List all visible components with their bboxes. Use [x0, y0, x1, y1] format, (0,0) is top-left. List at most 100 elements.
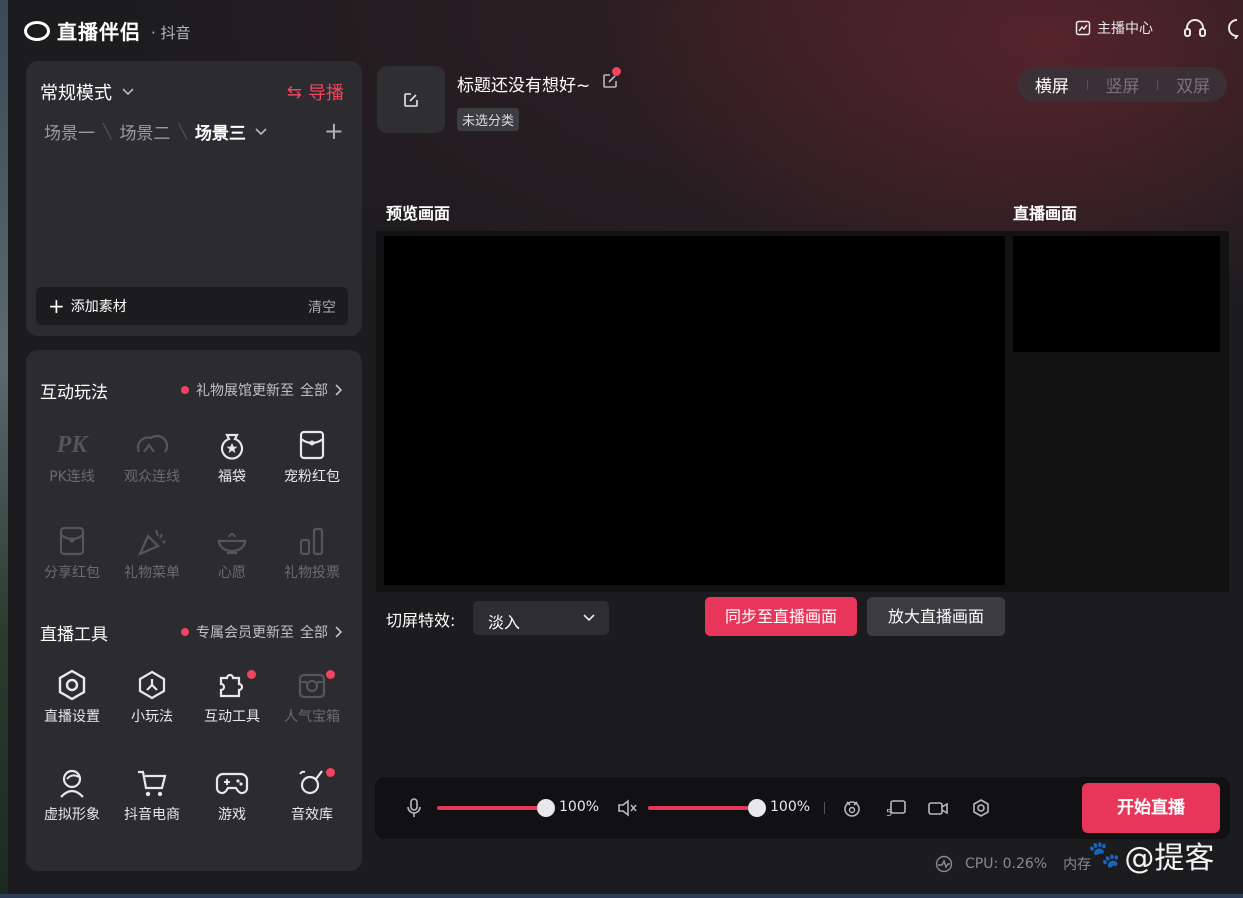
- start-live-button[interactable]: 开始直播: [1082, 783, 1220, 833]
- speaker-muted-icon[interactable]: [617, 798, 637, 818]
- all-label: 全部: [300, 383, 328, 399]
- gift-menu-icon: [112, 524, 192, 558]
- gift-menu-tile[interactable]: 礼物菜单: [112, 524, 192, 582]
- wish-icon: [192, 524, 272, 558]
- live-settings-tile[interactable]: 直播设置: [32, 668, 112, 726]
- notification-dot: [181, 628, 189, 636]
- tile-label: 心愿: [218, 565, 246, 581]
- avatar-icon: [32, 766, 112, 800]
- clear-button[interactable]: 清空: [308, 297, 336, 317]
- chevron-down-icon[interactable]: [255, 127, 267, 136]
- audience-link-tile[interactable]: 观众连线: [112, 428, 192, 486]
- orientation-portrait[interactable]: 竖屏: [1105, 72, 1139, 97]
- pk-link-tile[interactable]: PK PK连线: [32, 428, 112, 486]
- divider: [1086, 79, 1088, 90]
- red-packet-tile[interactable]: 宠粉红包: [272, 428, 352, 486]
- scene-separator: ╲: [103, 123, 112, 140]
- headset-icon[interactable]: [1183, 17, 1207, 39]
- tab-scene-3[interactable]: 场景三: [195, 119, 246, 144]
- cart-icon: [112, 766, 192, 800]
- cpu-usage: CPU: 0.26%: [965, 856, 1048, 872]
- category-tag[interactable]: 未选分类: [457, 108, 520, 131]
- plus-icon: +: [48, 294, 65, 318]
- ecommerce-tile[interactable]: 抖音电商: [112, 766, 192, 824]
- tile-label: 宠粉红包: [284, 469, 340, 485]
- slider-handle[interactable]: [748, 799, 766, 817]
- tile-label: 礼物投票: [284, 565, 340, 581]
- scene-tabs: 场景一 ╲ 场景二 ╲ 场景三: [44, 119, 267, 144]
- tile-label: 礼物菜单: [124, 565, 180, 581]
- director-button[interactable]: ⇆ 导播: [287, 79, 344, 105]
- paw-icon: 🐾: [1088, 840, 1121, 870]
- sync-to-live-button[interactable]: 同步至直播画面: [705, 597, 857, 636]
- transition-label: 切屏特效:: [386, 611, 456, 630]
- interactive-all-link[interactable]: 礼物展馆更新至 全部: [181, 380, 342, 400]
- mini-play-tile[interactable]: 小玩法: [112, 668, 192, 726]
- sound-library-tile[interactable]: 音效库: [272, 766, 352, 824]
- app-name: 直播伴侣: [57, 20, 141, 44]
- share-packet-tile[interactable]: 分享红包: [32, 524, 112, 582]
- tile-label: 人气宝箱: [284, 709, 340, 725]
- speaker-volume-slider[interactable]: [648, 799, 766, 817]
- screen-cast-icon[interactable]: 5: [885, 798, 907, 818]
- pk-icon: PK: [56, 431, 88, 458]
- director-label: 导播: [308, 83, 344, 104]
- gift-vote-tile[interactable]: 礼物投票: [272, 524, 352, 582]
- performance-icon: [935, 855, 953, 873]
- transition-select[interactable]: 淡入: [473, 601, 609, 635]
- new-badge: [247, 670, 256, 679]
- chart-icon: [1075, 20, 1091, 36]
- lucky-bag-tile[interactable]: 福袋: [192, 428, 272, 486]
- interactive-section-title: 互动玩法: [40, 383, 108, 403]
- treasure-box-icon: [272, 668, 352, 702]
- live-tools-all-link[interactable]: 专属会员更新至 全部: [181, 622, 342, 642]
- game-tile[interactable]: 游戏: [192, 766, 272, 824]
- red-packet-icon: [272, 428, 352, 462]
- camera-icon[interactable]: [927, 798, 949, 818]
- tile-label: 虚拟形象: [44, 807, 100, 823]
- preview-label: 预览画面: [386, 204, 451, 223]
- slider-handle[interactable]: [537, 799, 555, 817]
- live-label: 直播画面: [1013, 204, 1078, 223]
- speaker-volume-value: 100%: [770, 799, 811, 815]
- add-material-button[interactable]: + 添加素材: [48, 296, 127, 316]
- new-badge: [326, 768, 335, 777]
- tab-scene-2[interactable]: 场景二: [119, 119, 170, 144]
- settings-icon[interactable]: [971, 798, 991, 818]
- notification-dot: [181, 386, 189, 394]
- anchor-center-button[interactable]: 主播中心: [1075, 18, 1153, 38]
- memory-usage: 内存: [1063, 857, 1092, 873]
- mode-label: 常规模式: [40, 83, 112, 104]
- lucky-bag-icon: [192, 428, 272, 462]
- swap-icon: ⇆: [286, 81, 302, 103]
- treasure-box-tile[interactable]: 人气宝箱: [272, 668, 352, 726]
- live-tools-section-title: 直播工具: [40, 625, 108, 645]
- tab-scene-1[interactable]: 场景一: [44, 119, 95, 144]
- wish-tile[interactable]: 心愿: [192, 524, 272, 582]
- enlarge-live-button[interactable]: 放大直播画面: [867, 597, 1005, 636]
- material-bar: + 添加素材 清空: [36, 287, 348, 325]
- orientation-dual[interactable]: 双屏: [1176, 72, 1210, 97]
- message-icon[interactable]: [1227, 17, 1243, 39]
- gift-vote-icon: [272, 524, 352, 558]
- beauty-icon[interactable]: [842, 798, 862, 818]
- mic-volume-slider[interactable]: [437, 799, 555, 817]
- mode-selector[interactable]: 常规模式: [40, 79, 134, 105]
- tile-label: 福袋: [218, 469, 246, 485]
- orientation-switch: 横屏 竖屏 双屏: [1018, 67, 1227, 102]
- gamepad-icon: [192, 766, 272, 800]
- microphone-icon[interactable]: [407, 798, 421, 818]
- add-scene-button[interactable]: +: [324, 117, 344, 145]
- tile-label: 分享红包: [44, 565, 100, 581]
- preview-canvas[interactable]: [384, 236, 1005, 585]
- interactive-tools-tile[interactable]: 互动工具: [192, 668, 272, 726]
- cover-edit-button[interactable]: [377, 66, 445, 133]
- live-canvas[interactable]: [1013, 236, 1220, 352]
- tile-label: 直播设置: [44, 709, 100, 725]
- tile-label: 抖音电商: [124, 807, 180, 823]
- avatar-tile[interactable]: 虚拟形象: [32, 766, 112, 824]
- title-edit-button[interactable]: [602, 67, 622, 94]
- all-label: 全部: [300, 625, 328, 641]
- orientation-landscape[interactable]: 横屏: [1035, 72, 1069, 97]
- edit-icon: [404, 92, 418, 107]
